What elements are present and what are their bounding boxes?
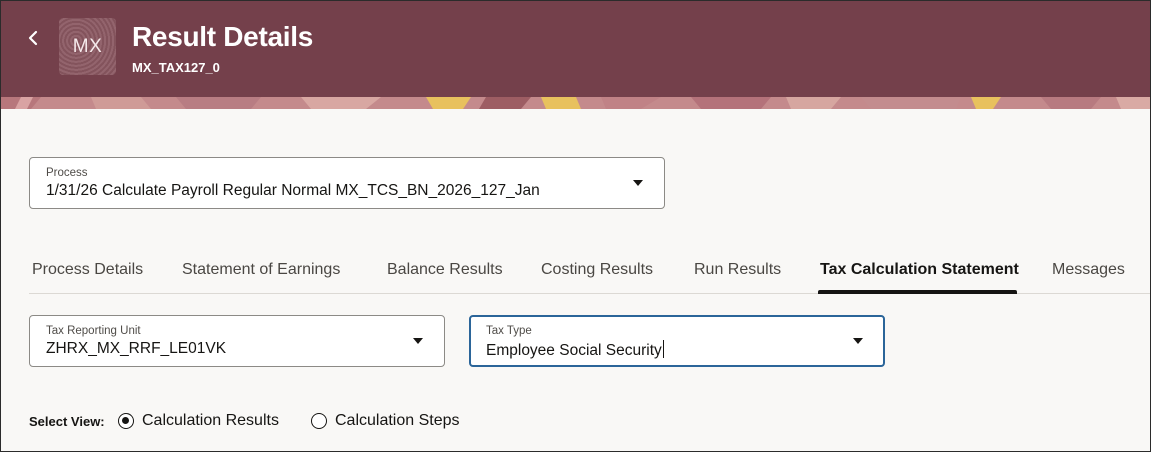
tab-balance-results[interactable]: Balance Results — [387, 261, 503, 279]
process-label: Process — [46, 167, 88, 179]
chevron-down-icon — [633, 180, 643, 186]
tab-statement-of-earnings[interactable]: Statement of Earnings — [182, 261, 340, 279]
page-title: Result Details — [132, 21, 313, 52]
tab-run-results[interactable]: Run Results — [694, 261, 781, 279]
tax-type-value-wrap: Employee Social Security — [486, 340, 664, 360]
tax-reporting-unit-value: ZHRX_MX_RRF_LE01VK — [46, 340, 227, 357]
tab-process-details[interactable]: Process Details — [32, 261, 143, 279]
chevron-down-icon — [853, 338, 863, 344]
back-button[interactable] — [21, 25, 45, 51]
tax-type-select[interactable]: Tax Type Employee Social Security — [469, 315, 885, 367]
tax-type-value: Employee Social Security — [486, 342, 662, 359]
avatar: MX — [59, 18, 116, 75]
text-cursor — [662, 340, 664, 358]
tab-costing-results[interactable]: Costing Results — [541, 261, 653, 279]
select-view-label: Select View: — [29, 414, 105, 429]
page-subtitle: MX_TAX127_0 — [132, 60, 220, 75]
tax-reporting-unit-select[interactable]: Tax Reporting Unit ZHRX_MX_RRF_LE01VK — [29, 315, 445, 367]
process-value: 1/31/26 Calculate Payroll Regular Normal… — [46, 182, 540, 199]
tab-tax-calculation-statement[interactable]: Tax Calculation Statement — [820, 261, 1019, 279]
tax-reporting-unit-label: Tax Reporting Unit — [46, 325, 141, 337]
page-header: MX Result Details MX_TAX127_0 — [1, 1, 1150, 97]
tax-type-label: Tax Type — [486, 325, 532, 337]
radio-label-calculation-steps[interactable]: Calculation Steps — [335, 412, 460, 430]
tab-messages[interactable]: Messages — [1052, 261, 1125, 279]
chevron-down-icon — [413, 338, 423, 344]
radio-calculation-steps[interactable] — [311, 413, 327, 429]
active-tab-indicator — [818, 290, 1017, 294]
radio-calculation-results[interactable] — [118, 413, 134, 429]
header-decoration — [1, 97, 1150, 109]
radio-label-calculation-results[interactable]: Calculation Results — [142, 412, 279, 430]
chevron-left-icon — [28, 30, 38, 46]
process-select[interactable]: Process 1/31/26 Calculate Payroll Regula… — [29, 157, 665, 209]
